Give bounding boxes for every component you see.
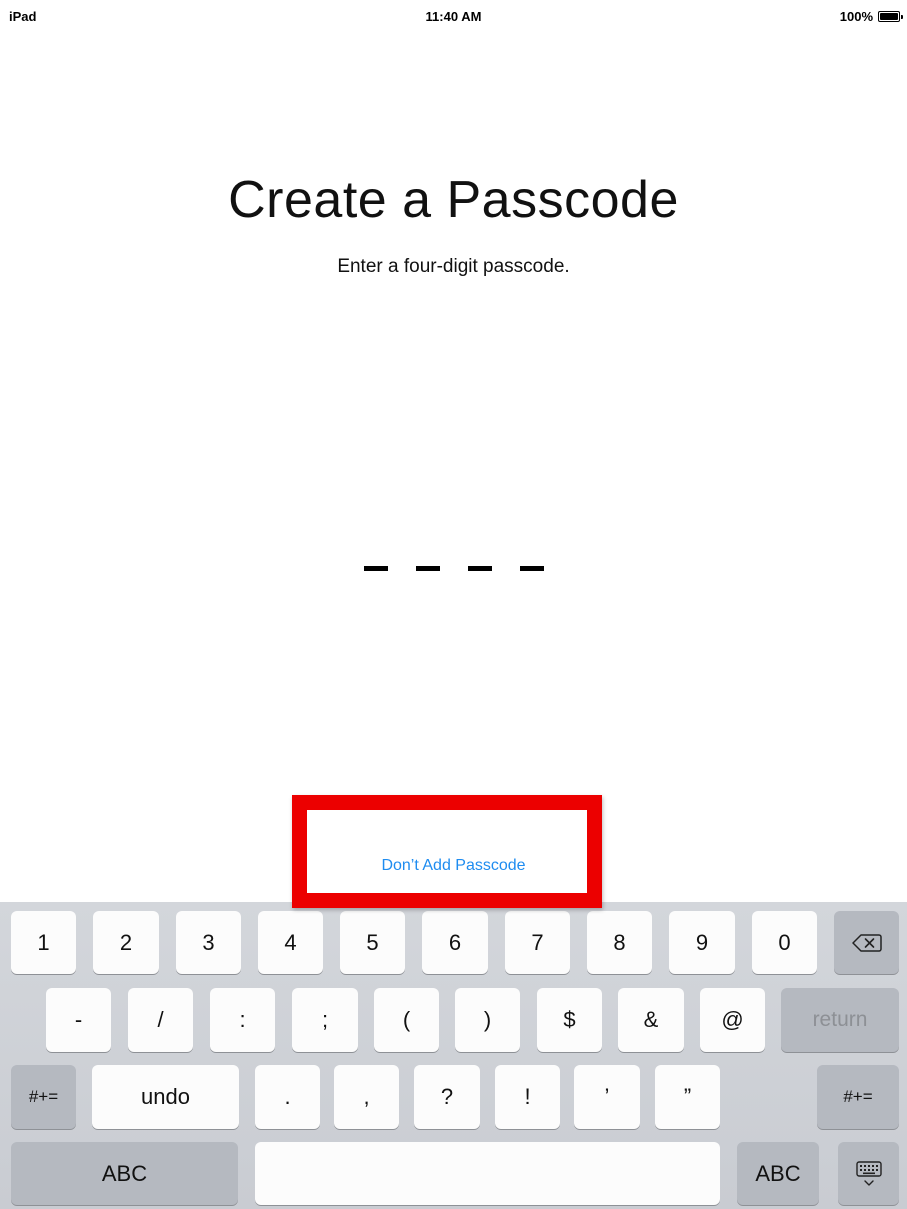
key-hyphen[interactable]: - [46, 988, 111, 1052]
battery-status: 100% [839, 9, 903, 24]
battery-icon [878, 11, 903, 22]
delete-backspace-icon[interactable] [834, 911, 899, 974]
more-symbols-key-left[interactable]: #+= [11, 1065, 76, 1129]
key-7[interactable]: 7 [505, 911, 570, 974]
key-2[interactable]: 2 [93, 911, 159, 974]
key-0[interactable]: 0 [752, 911, 817, 974]
key-ampersand[interactable]: & [618, 988, 684, 1052]
key-apostrophe[interactable]: ’ [574, 1065, 640, 1129]
passcode-digit-placeholder [415, 566, 440, 571]
key-dollar[interactable]: $ [537, 988, 602, 1052]
page-subtitle: Enter a four-digit passcode. [337, 256, 570, 277]
key-exclamation[interactable]: ! [495, 1065, 560, 1129]
return-key[interactable]: return [781, 988, 899, 1052]
passcode-digit-placeholder [363, 566, 388, 571]
key-semicolon[interactable]: ; [292, 988, 358, 1052]
key-quote[interactable]: ” [655, 1065, 720, 1129]
key-9[interactable]: 9 [669, 911, 735, 974]
key-3[interactable]: 3 [176, 911, 241, 974]
key-at[interactable]: @ [700, 988, 765, 1052]
on-screen-keyboard: 1 2 3 4 5 6 7 8 9 0 - / : ; ( ) $ & @ re… [0, 902, 907, 1209]
passcode-digit-placeholder [467, 566, 492, 571]
key-colon[interactable]: : [210, 988, 275, 1052]
key-4[interactable]: 4 [258, 911, 323, 974]
key-6[interactable]: 6 [422, 911, 488, 974]
passcode-digit-placeholder [519, 566, 544, 571]
key-1[interactable]: 1 [11, 911, 76, 974]
key-comma[interactable]: , [334, 1065, 399, 1129]
key-close-paren[interactable]: ) [455, 988, 520, 1052]
page-title: Create a Passcode [228, 171, 679, 229]
key-period[interactable]: . [255, 1065, 320, 1129]
key-8[interactable]: 8 [587, 911, 652, 974]
key-5[interactable]: 5 [340, 911, 405, 974]
space-bar[interactable] [255, 1142, 720, 1205]
key-question[interactable]: ? [414, 1065, 480, 1129]
abc-key-right[interactable]: ABC [737, 1142, 819, 1205]
status-bar: iPad 11:40 AM 100% [0, 0, 907, 34]
key-open-paren[interactable]: ( [374, 988, 439, 1052]
highlight-annotation [292, 795, 602, 908]
keyboard-dismiss-icon[interactable] [838, 1142, 899, 1205]
undo-key[interactable]: undo [92, 1065, 239, 1129]
more-symbols-key-right[interactable]: #+= [817, 1065, 899, 1129]
abc-key-left[interactable]: ABC [11, 1142, 238, 1205]
key-slash[interactable]: / [128, 988, 193, 1052]
passcode-entry-field[interactable] [0, 566, 907, 571]
status-time: 11:40 AM [425, 9, 482, 24]
battery-percent: 100% [839, 9, 873, 24]
